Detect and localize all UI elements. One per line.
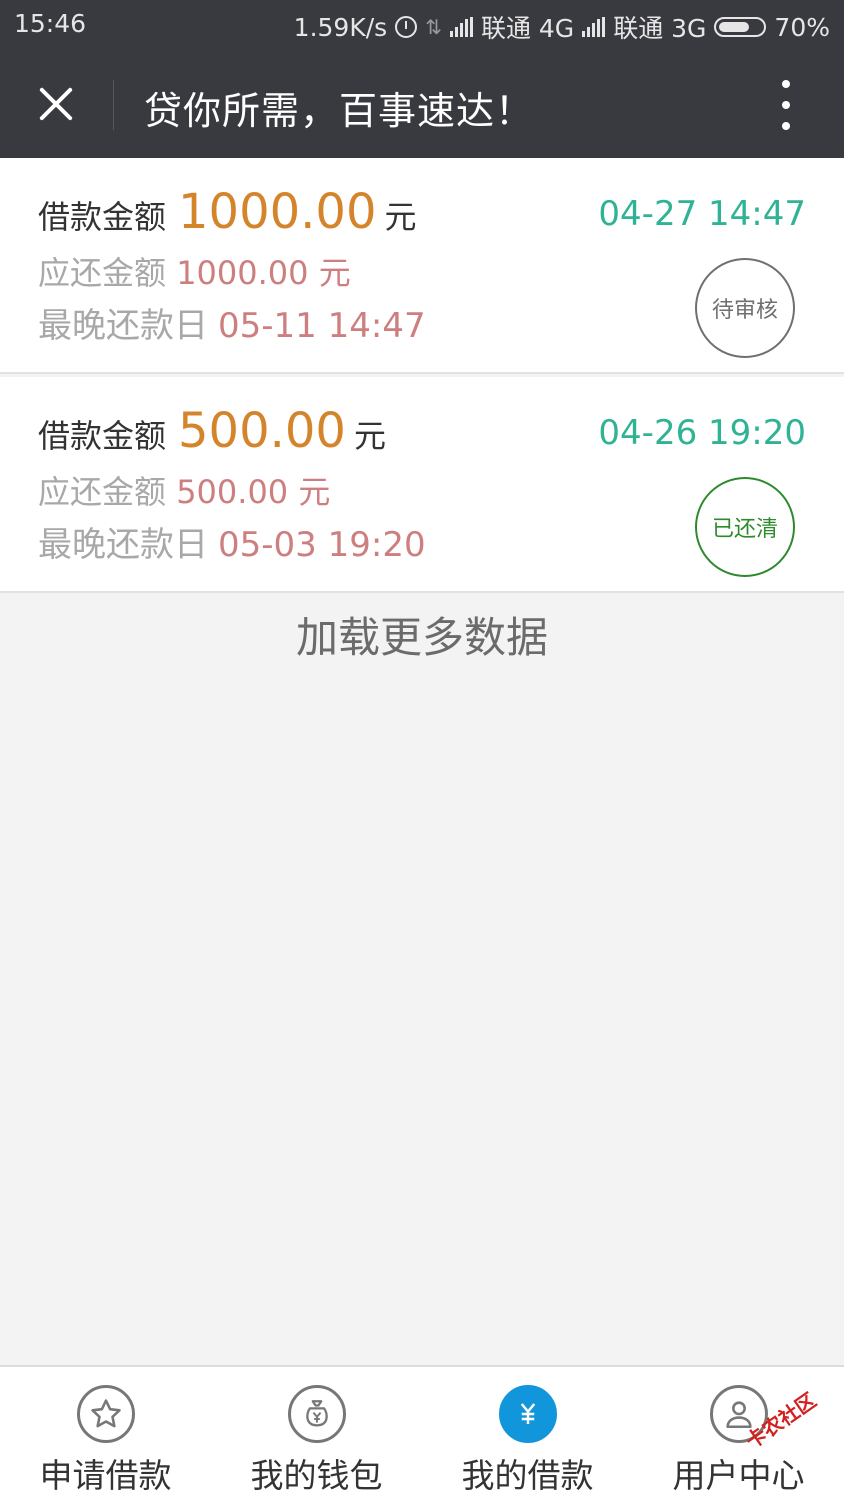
repay-amount-label: 应还金额 [38, 473, 167, 511]
status-badge: 已还清 [695, 477, 795, 577]
status-bar: 15:46 1.59K/s ⇅ 联通 4G 联通 3G 70% [0, 0, 844, 50]
money-bag-icon [287, 1385, 346, 1443]
repay-amount-row: 应还金额 1000.00 元 [38, 248, 351, 294]
signal-icon [582, 17, 606, 37]
deadline-value: 05-03 19:20 [218, 525, 426, 565]
loan-card[interactable]: 借款金额 500.00 元 应还金额 500.00 元 最晚还款日 05-03 1… [0, 377, 844, 593]
loan-amount-label: 借款金额 [38, 198, 167, 236]
battery-level: 70% [774, 12, 830, 42]
deadline-value: 05-11 14:47 [218, 306, 426, 346]
tab-label: 用户中心 [672, 1456, 805, 1495]
tab-my-loans[interactable]: 我的借款 [422, 1367, 633, 1500]
repay-amount-row: 应还金额 500.00 元 [38, 467, 330, 513]
data-transfer-icon: ⇅ [425, 15, 442, 39]
deadline-label: 最晚还款日 [38, 525, 208, 565]
star-icon [76, 1385, 135, 1443]
repay-amount-label: 应还金额 [38, 254, 167, 292]
tab-my-wallet[interactable]: 我的钱包 [211, 1367, 422, 1500]
deadline-label: 最晚还款日 [38, 306, 208, 346]
loan-amount-row: 借款金额 500.00 元 [38, 403, 386, 459]
loan-date: 04-26 19:20 [598, 413, 806, 453]
loan-date: 04-27 14:47 [598, 194, 806, 234]
status-badge: 待审核 [695, 258, 795, 358]
tab-label: 申请借款 [39, 1456, 172, 1495]
load-more-button[interactable]: 加载更多数据 [0, 604, 844, 665]
carrier-2: 联通 3G [613, 14, 707, 43]
deadline-row: 最晚还款日 05-03 19:20 [38, 517, 426, 566]
more-vertical-icon[interactable] [776, 80, 796, 130]
status-indicators: 1.59K/s ⇅ 联通 4G 联通 3G 70% [294, 9, 830, 45]
close-icon[interactable] [30, 78, 82, 130]
repay-amount-value: 1000.00 元 [176, 254, 351, 292]
tab-user-center[interactable]: 用户中心 [633, 1367, 844, 1500]
loan-amount-label: 借款金额 [38, 417, 167, 455]
header-divider [113, 80, 114, 130]
carrier-1: 联通 4G [480, 14, 575, 43]
network-speed: 1.59K/s [293, 12, 388, 42]
loan-amount-unit: 元 [384, 198, 417, 236]
bottom-tab-bar: 申请借款 我的钱包 我的借款 用户中心 [0, 1365, 844, 1500]
deadline-row: 最晚还款日 05-11 14:47 [38, 298, 426, 347]
status-time: 15:46 [14, 9, 87, 38]
tab-apply-loan[interactable]: 申请借款 [0, 1367, 211, 1500]
tab-label: 我的借款 [461, 1456, 594, 1495]
loan-amount-value: 500.00 [178, 403, 346, 459]
repay-amount-value: 500.00 元 [176, 473, 331, 511]
yuan-icon [498, 1385, 557, 1443]
loan-amount-row: 借款金额 1000.00 元 [38, 184, 417, 240]
app-header: 贷你所需，百事速达！ [0, 50, 844, 158]
loan-card[interactable]: 借款金额 1000.00 元 应还金额 1000.00 元 最晚还款日 05-11… [0, 158, 844, 374]
loan-amount-unit: 元 [353, 417, 386, 455]
page-title: 贷你所需，百事速达！ [144, 89, 535, 133]
loan-amount-value: 1000.00 [178, 184, 377, 240]
signal-icon [449, 17, 473, 37]
alarm-icon [395, 16, 418, 38]
tab-label: 我的钱包 [250, 1456, 383, 1495]
battery-icon [714, 17, 767, 37]
